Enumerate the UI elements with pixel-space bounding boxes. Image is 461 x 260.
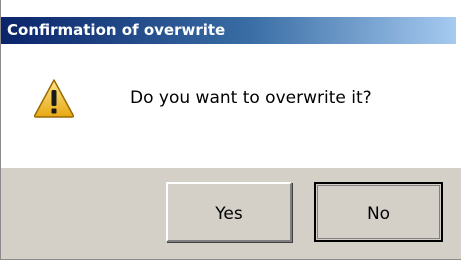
dialog-message: Do you want to overwrite it? <box>130 88 372 108</box>
warning-icon <box>33 78 75 118</box>
confirmation-dialog: Confirmation of overwrite Do you want to… <box>0 0 461 260</box>
no-button[interactable]: No <box>314 182 443 242</box>
yes-button[interactable]: Yes <box>166 182 292 242</box>
dialog-title: Confirmation of overwrite <box>7 21 226 39</box>
title-bar[interactable]: Confirmation of overwrite <box>1 17 456 44</box>
